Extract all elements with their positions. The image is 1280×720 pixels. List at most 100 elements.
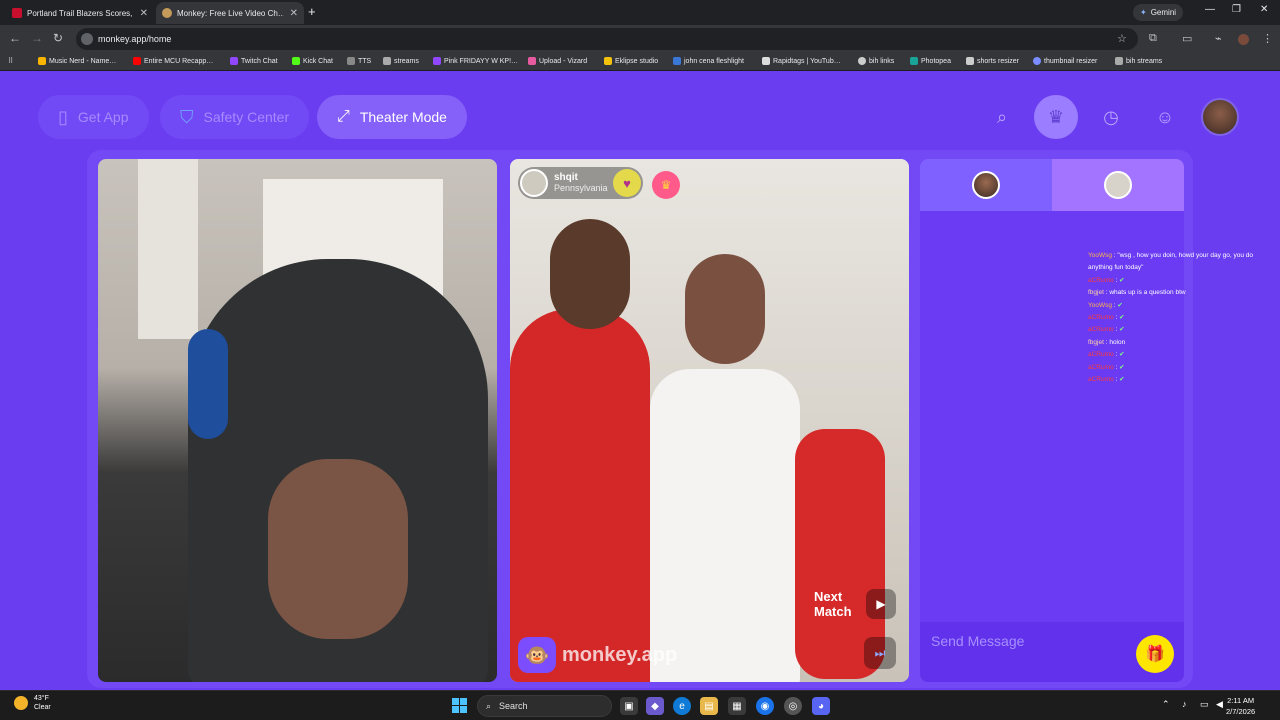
youtube-icon bbox=[133, 57, 141, 65]
task-view-icon[interactable]: ▣ bbox=[620, 697, 638, 715]
bookmark-item[interactable]: Music Nerd - Name… bbox=[38, 57, 116, 65]
match-user-chip[interactable]: shqit Pennsylvania ♥ bbox=[518, 167, 643, 199]
sidebar-icon[interactable]: ▭ bbox=[1182, 32, 1192, 45]
vizard-icon bbox=[528, 57, 536, 65]
gift-button[interactable]: 🎁 bbox=[1136, 635, 1174, 673]
self-video bbox=[98, 159, 497, 682]
bookmark-star-icon[interactable]: ☆ bbox=[1117, 32, 1127, 45]
tray-chevron-icon[interactable]: ⌃ bbox=[1162, 699, 1170, 710]
chat-line: YooWsg : "wsg , how you doin, howd your … bbox=[1088, 252, 1254, 272]
bookmark-item[interactable]: bih links bbox=[858, 57, 894, 65]
monkey-favicon-icon bbox=[162, 8, 172, 18]
bookmark-item[interactable]: Pink FRIDAYY W KP!… bbox=[433, 57, 518, 65]
chat-bubble-icon: ☺ bbox=[1155, 106, 1175, 127]
bookmark-favicon-icon bbox=[347, 57, 355, 65]
menu-icon[interactable]: ⋮ bbox=[1262, 32, 1273, 45]
search-button[interactable]: ⌕ bbox=[980, 95, 1024, 139]
bookmark-item[interactable]: bih streams bbox=[1115, 57, 1162, 65]
minimize-icon[interactable]: — bbox=[1205, 4, 1215, 15]
edge-icon[interactable]: e bbox=[673, 697, 691, 715]
chat-tab-match[interactable] bbox=[1052, 159, 1184, 211]
profile-avatar[interactable] bbox=[1201, 98, 1239, 136]
headset-image bbox=[188, 329, 228, 439]
messages-button[interactable]: ☺ bbox=[1143, 95, 1187, 139]
bookmark-item[interactable]: Twitch Chat bbox=[230, 57, 278, 65]
get-app-label: Get App bbox=[77, 109, 129, 125]
theater-mode-label: Theater Mode bbox=[359, 109, 447, 125]
theater-mode-button[interactable]: ⤢ Theater Mode bbox=[317, 95, 467, 139]
weather-widget[interactable]: 43°F Clear bbox=[14, 694, 51, 712]
get-app-button[interactable]: ▯ Get App bbox=[38, 95, 149, 139]
network-icon[interactable]: ▭ bbox=[1200, 699, 1209, 710]
gemini-sparkle-icon: ✦ bbox=[1140, 8, 1147, 17]
bookmark-item[interactable]: Kick Chat bbox=[292, 57, 333, 65]
bookmark-item[interactable]: Upload - Vizard bbox=[528, 57, 587, 65]
next-match-button[interactable]: ▶ bbox=[866, 589, 896, 619]
close-tab-icon[interactable]: ✕ bbox=[290, 8, 298, 19]
check-emote-icon: ✔ bbox=[1119, 351, 1125, 359]
chat-tab-self[interactable] bbox=[920, 159, 1052, 211]
send-message-input[interactable]: Send Message bbox=[931, 633, 1024, 649]
discord-icon[interactable]: ◕ bbox=[812, 697, 830, 715]
cast-icon[interactable]: ⌁ bbox=[1215, 32, 1222, 45]
windows-taskbar: 43°F Clear ⌕ Search ▣ ◆ e ▤ ▦ ◉ ◎ ◕ ⌃ ♪ ▭… bbox=[0, 690, 1280, 720]
store-icon[interactable]: ▦ bbox=[728, 697, 746, 715]
extensions-icon[interactable]: ⧉ bbox=[1149, 32, 1157, 45]
person-left-face-image bbox=[550, 219, 630, 329]
clock-date: 2/7/2026 bbox=[1226, 707, 1256, 716]
shield-icon: ⛉ bbox=[180, 106, 194, 127]
bookmark-item[interactable]: shorts resizer bbox=[966, 57, 1019, 65]
reload-icon[interactable]: ↻ bbox=[53, 31, 63, 45]
twitch-icon bbox=[230, 57, 238, 65]
obs-icon[interactable]: ◎ bbox=[784, 697, 802, 715]
close-window-icon[interactable]: ✕ bbox=[1260, 4, 1268, 15]
start-button[interactable] bbox=[452, 698, 467, 713]
bookmark-item[interactable]: Entire MCU Recapp… bbox=[133, 57, 213, 65]
trail-blazers-favicon-icon bbox=[12, 8, 22, 18]
site-info-icon[interactable] bbox=[81, 33, 93, 45]
file-explorer-icon[interactable]: ▤ bbox=[700, 697, 718, 715]
close-tab-icon[interactable]: ✕ bbox=[140, 8, 148, 19]
kick-icon bbox=[292, 57, 300, 65]
bookmark-item[interactable]: Photopea bbox=[910, 57, 951, 65]
taskbar-search[interactable]: ⌕ Search bbox=[477, 695, 612, 717]
safety-center-button[interactable]: ⛉ Safety Center bbox=[160, 95, 310, 139]
gemini-button[interactable]: ✦ Gemini bbox=[1133, 4, 1184, 21]
globe-icon bbox=[858, 57, 866, 65]
skip-button[interactable]: ⏭ bbox=[864, 637, 896, 669]
forward-icon[interactable]: → bbox=[31, 31, 43, 45]
send-message-bar: Send Message 🎁 bbox=[920, 622, 1184, 682]
bookmark-favicon-icon bbox=[383, 57, 391, 65]
premium-button[interactable]: ♛ bbox=[1034, 95, 1078, 139]
self-chat-avatar bbox=[972, 171, 1000, 199]
maximize-icon[interactable]: ❐ bbox=[1232, 4, 1241, 15]
apps-grid-icon[interactable]: ⠿ bbox=[8, 57, 13, 65]
tab-trail-blazers[interactable]: Portland Trail Blazers Scores, St… ✕ bbox=[6, 2, 154, 24]
badge-icon[interactable]: ♛ bbox=[652, 171, 680, 199]
tab-title: Monkey: Free Live Video Ch… bbox=[177, 8, 284, 18]
clock-icon: ◷ bbox=[1103, 106, 1119, 127]
copilot-icon[interactable]: ◆ bbox=[646, 697, 664, 715]
tab-monkey[interactable]: Monkey: Free Live Video Ch… ✕ bbox=[156, 2, 304, 24]
bookmark-item[interactable]: streams bbox=[383, 57, 419, 65]
back-icon[interactable]: ← bbox=[9, 31, 21, 45]
chat-line: aCRumo : ✔ bbox=[1088, 363, 1125, 371]
volume-icon[interactable]: ◀ bbox=[1216, 699, 1223, 710]
profile-avatar[interactable] bbox=[1238, 34, 1249, 45]
bookmark-item[interactable]: Rapidtags | YouTub… bbox=[762, 57, 841, 65]
microphone-icon[interactable]: ♪ bbox=[1182, 699, 1187, 709]
bookmark-item[interactable]: john cena fleshlight bbox=[673, 57, 744, 65]
match-avatar bbox=[520, 169, 548, 197]
like-button[interactable]: ♥ bbox=[613, 169, 641, 197]
system-clock[interactable]: 2:11 AM 2/7/2026 bbox=[1226, 695, 1255, 717]
address-bar[interactable]: monkey.app/home bbox=[76, 28, 1138, 50]
history-button[interactable]: ◷ bbox=[1089, 95, 1133, 139]
check-emote-icon: ✔ bbox=[1119, 376, 1125, 384]
bookmark-item[interactable]: thumbnail resizer bbox=[1033, 57, 1097, 65]
check-emote-icon: ✔ bbox=[1119, 326, 1125, 334]
chrome-icon[interactable]: ◉ bbox=[756, 697, 774, 715]
chat-panel: Send Message 🎁 bbox=[920, 159, 1184, 682]
new-tab-icon[interactable]: + bbox=[308, 4, 316, 19]
bookmark-item[interactable]: Eklipse studio bbox=[604, 57, 658, 65]
bookmark-item[interactable]: TTS bbox=[347, 57, 371, 65]
